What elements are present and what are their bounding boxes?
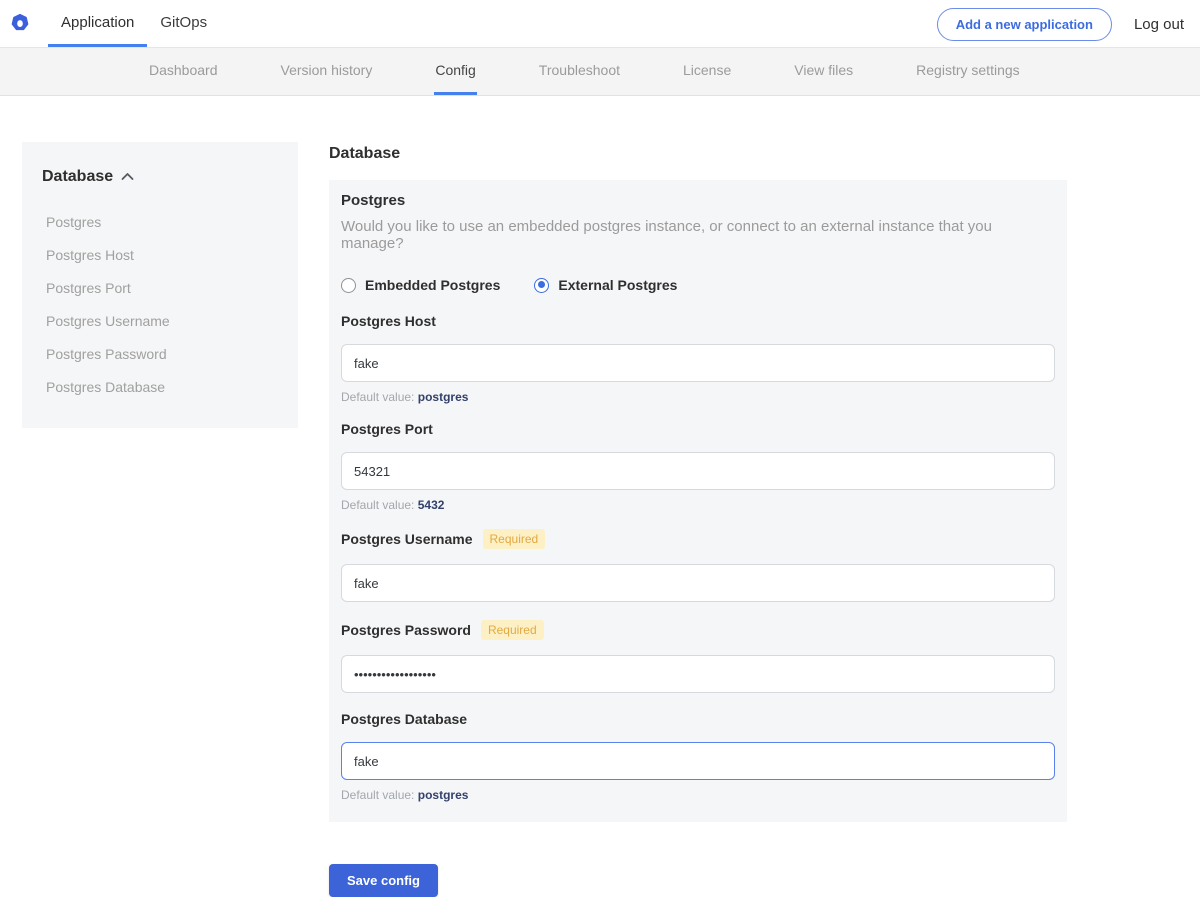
postgres-port-default: Default value: 5432 [341,498,1055,512]
postgres-password-label: Postgres Password [341,622,471,638]
postgres-radio-group: Embedded Postgres External Postgres [341,277,1055,293]
subnav-registry-settings[interactable]: Registry settings [915,48,1020,95]
top-header: Application GitOps Add a new application… [0,0,1200,48]
subnav-license[interactable]: License [682,48,732,95]
postgres-database-default: Default value: postgres [341,788,1055,802]
sidebar-item-postgres-database[interactable]: Postgres Database [42,371,278,404]
sidebar-item-postgres-host[interactable]: Postgres Host [42,239,278,272]
header-tabs: Application GitOps [48,0,220,47]
sidebar-item-postgres-port[interactable]: Postgres Port [42,272,278,305]
subnav-config[interactable]: Config [434,48,476,95]
subnav-troubleshoot[interactable]: Troubleshoot [538,48,621,95]
required-badge: Required [481,620,544,640]
postgres-host-label: Postgres Host [341,313,436,329]
tab-application-label: Application [61,14,134,31]
logout-link[interactable]: Log out [1134,16,1184,33]
tab-gitops-label: GitOps [160,14,207,31]
sidebar-item-postgres-password[interactable]: Postgres Password [42,338,278,371]
radio-embedded-postgres[interactable]: Embedded Postgres [341,277,500,293]
config-group-title: Database [329,145,1067,163]
save-config-button[interactable]: Save config [329,864,438,897]
config-page: Database Postgres Postgres Host Postgres… [0,96,1200,874]
postgres-username-label: Postgres Username [341,531,473,547]
config-sidebar: Database Postgres Postgres Host Postgres… [22,142,298,428]
required-badge: Required [483,529,546,549]
tab-gitops[interactable]: GitOps [147,0,220,47]
postgres-password-input[interactable] [341,655,1055,693]
config-group-panel: Postgres Would you like to use an embedd… [329,180,1067,822]
sidebar-item-postgres[interactable]: Postgres [42,206,278,239]
subnav-dashboard[interactable]: Dashboard [148,48,219,95]
subnav-version-history[interactable]: Version history [280,48,374,95]
postgres-item-label: Postgres [341,192,1055,209]
sidebar-group-database[interactable]: Database [42,168,278,186]
postgres-port-input[interactable] [341,452,1055,490]
radio-external-postgres[interactable]: External Postgres [534,277,677,293]
radio-unchecked-icon [341,278,356,293]
header-actions: Add a new application Log out [937,0,1184,48]
config-main: Database Postgres Would you like to use … [329,145,1067,897]
subnav-view-files[interactable]: View files [793,48,854,95]
app-subnav: Dashboard Version history Config Trouble… [0,48,1200,96]
postgres-item-help: Would you like to use an embedded postgr… [341,218,1055,252]
radio-external-label: External Postgres [558,277,677,293]
postgres-database-label: Postgres Database [341,711,467,727]
tab-application[interactable]: Application [48,0,147,47]
radio-embedded-label: Embedded Postgres [365,277,500,293]
postgres-database-input[interactable] [341,742,1055,780]
postgres-username-input[interactable] [341,564,1055,602]
postgres-port-label: Postgres Port [341,421,433,437]
app-logo-icon [10,14,30,34]
chevron-up-icon [121,168,134,186]
sidebar-group-title: Database [42,168,113,186]
sidebar-item-postgres-username[interactable]: Postgres Username [42,305,278,338]
postgres-host-input[interactable] [341,344,1055,382]
postgres-host-default: Default value: postgres [341,390,1055,404]
add-application-button[interactable]: Add a new application [937,8,1112,41]
radio-checked-icon [534,278,549,293]
